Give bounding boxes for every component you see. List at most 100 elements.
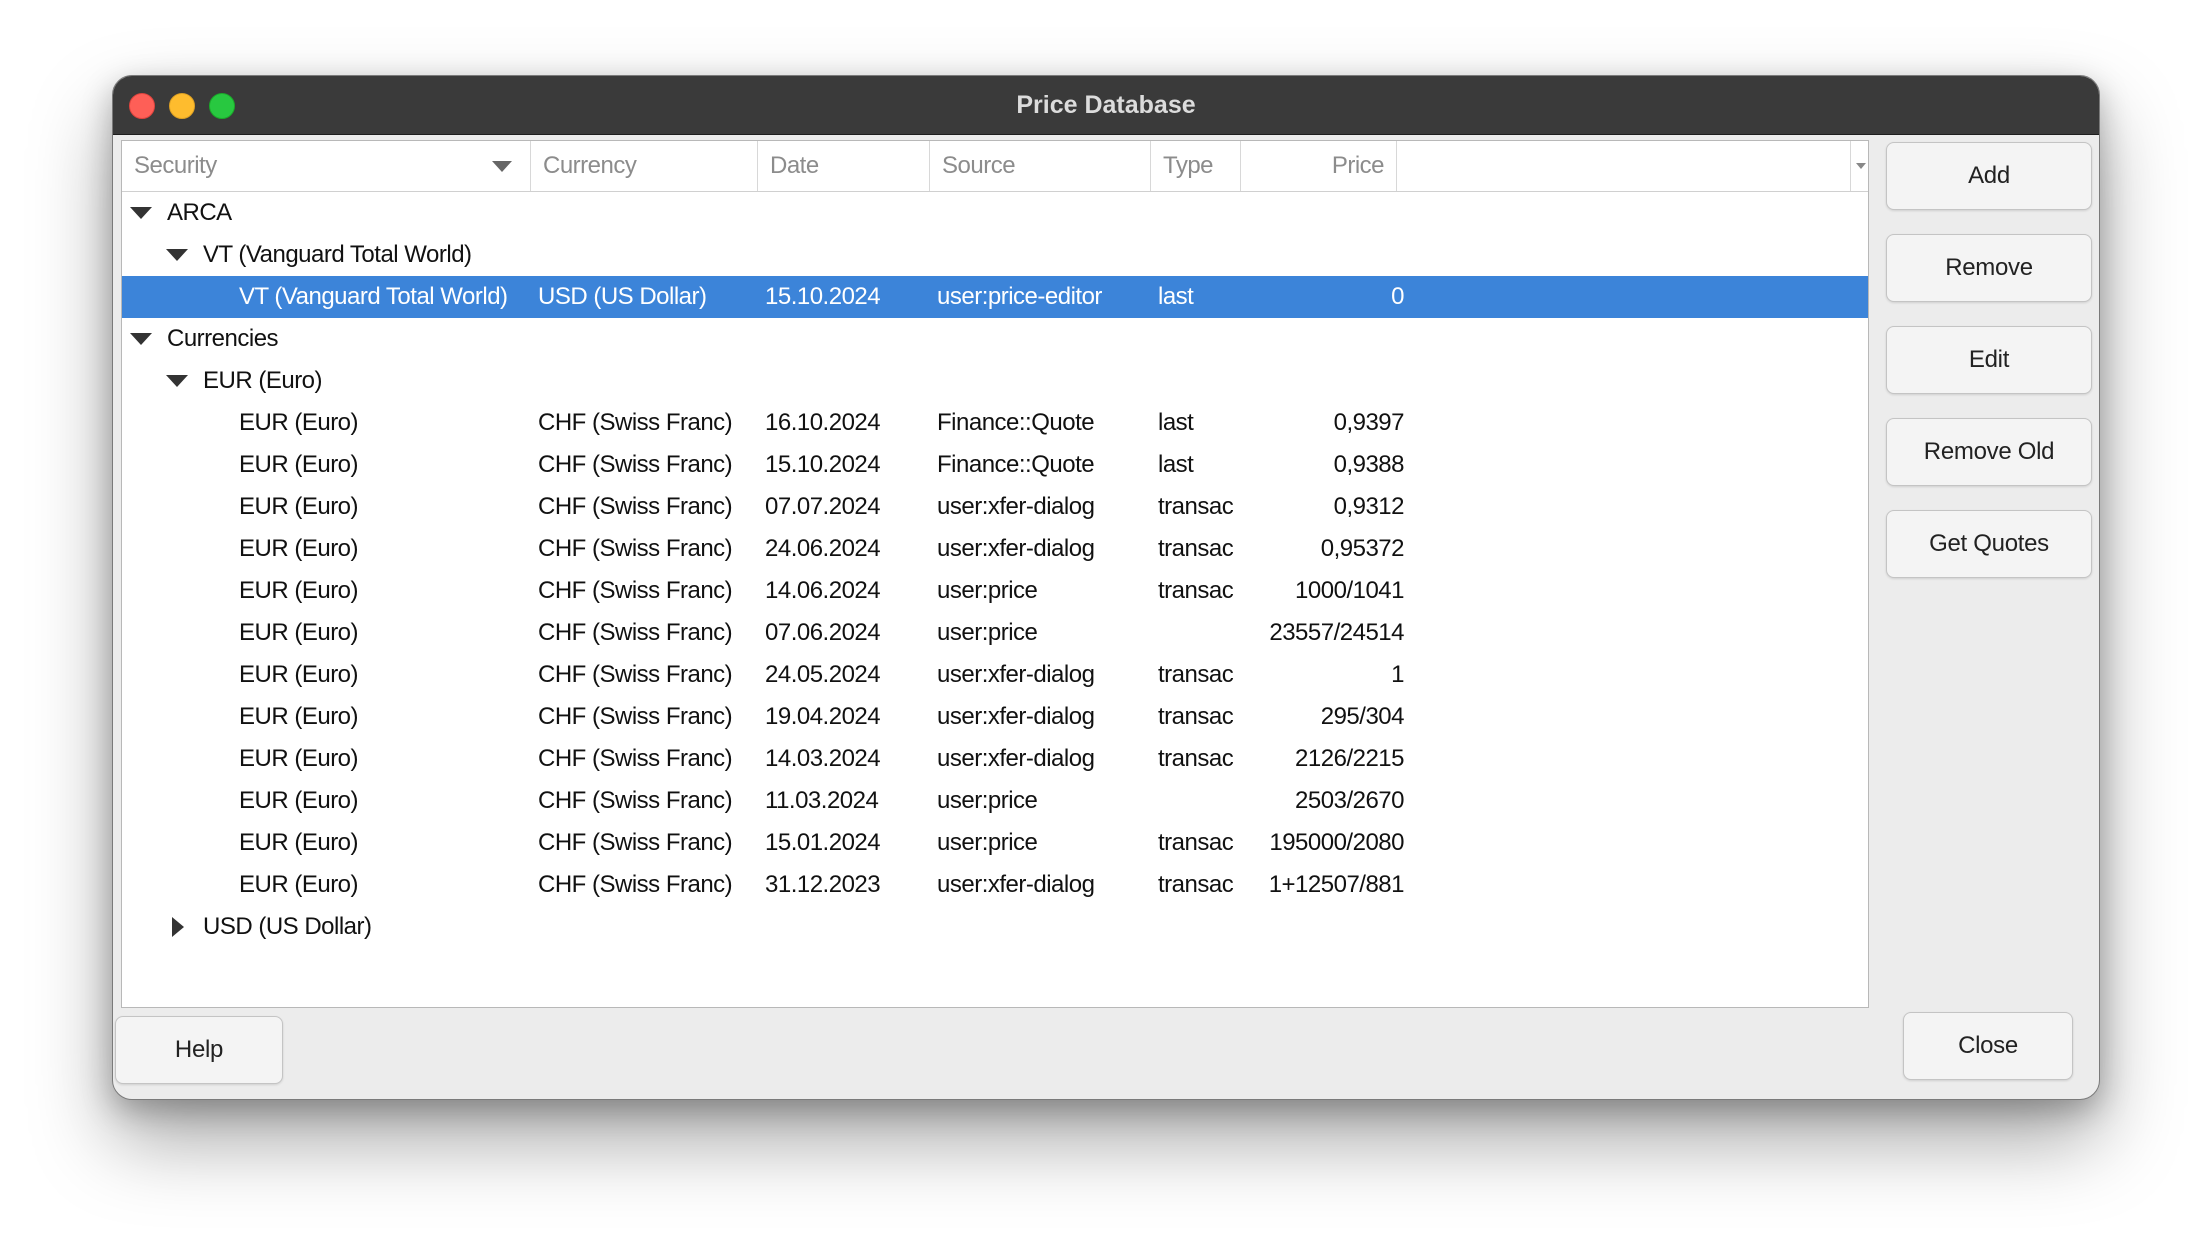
cell-source: user:price: [937, 787, 1038, 814]
cell-currency: CHF (Swiss Franc): [538, 493, 733, 520]
cell-date: 16.10.2024: [765, 409, 881, 436]
table-row[interactable]: EUR (Euro) CHF (Swiss Franc) 24.05.2024 use…: [122, 654, 1868, 696]
cell-date: 14.06.2024: [765, 577, 881, 604]
cell-type: transac: [1158, 829, 1234, 856]
remove-old-button[interactable]: Remove Old: [1886, 418, 2092, 486]
cell-type: transac: [1158, 493, 1234, 520]
cell-security: EUR (Euro): [239, 661, 359, 688]
add-button[interactable]: Add: [1886, 142, 2092, 210]
table-row[interactable]: EUR (Euro) CHF (Swiss Franc) 07.06.2024 use…: [122, 612, 1868, 654]
table-row[interactable]: EUR (Euro) CHF (Swiss Franc) 07.07.2024 use…: [122, 486, 1868, 528]
column-chooser-icon[interactable]: [1856, 163, 1866, 169]
cell-price: 1: [1391, 661, 1404, 688]
tree-group-row[interactable]: VT (Vanguard Total World): [122, 234, 1868, 276]
disclosure-expanded-icon[interactable]: [166, 375, 188, 387]
table-row[interactable]: EUR (Euro) CHF (Swiss Franc) 24.06.2024 use…: [122, 528, 1868, 570]
cell-price: 0: [1391, 283, 1404, 310]
table-row[interactable]: EUR (Euro) CHF (Swiss Franc) 31.12.2023 use…: [122, 864, 1868, 906]
title-bar[interactable]: Price Database: [113, 76, 2099, 135]
cell-security: EUR (Euro): [239, 619, 359, 646]
cell-currency: CHF (Swiss Franc): [538, 577, 733, 604]
cell-source: Finance::Quote: [937, 409, 1095, 436]
cell-source: user:xfer-dialog: [937, 535, 1095, 562]
price-database-window: Price Database Security Currency Date So…: [112, 75, 2100, 1100]
sort-descending-icon[interactable]: [492, 161, 512, 172]
cell-currency: CHF (Swiss Franc): [538, 409, 733, 436]
cell-security: VT (Vanguard Total World): [203, 241, 472, 268]
cell-type: transac: [1158, 535, 1234, 562]
cell-price: 0,9397: [1333, 409, 1404, 436]
column-header-filler: [1397, 141, 1851, 191]
cell-type: last: [1158, 409, 1194, 436]
disclosure-expanded-icon[interactable]: [166, 249, 188, 261]
column-header-security[interactable]: Security: [122, 141, 531, 191]
cell-date: 24.06.2024: [765, 535, 881, 562]
cell-date: 19.04.2024: [765, 703, 881, 730]
tree-group-row[interactable]: Currencies: [122, 318, 1868, 360]
cell-security: USD (US Dollar): [203, 913, 372, 940]
cell-type: transac: [1158, 661, 1234, 688]
price-tree-view[interactable]: Security Currency Date Source Type Price…: [121, 140, 1869, 1008]
table-row[interactable]: EUR (Euro) CHF (Swiss Franc) 15.10.2024 Fin…: [122, 444, 1868, 486]
cell-date: 15.10.2024: [765, 451, 881, 478]
cell-source: user:xfer-dialog: [937, 493, 1095, 520]
tree-group-row[interactable]: USD (US Dollar): [122, 906, 1868, 948]
table-row[interactable]: EUR (Euro) CHF (Swiss Franc) 14.03.2024 use…: [122, 738, 1868, 780]
cell-source: user:xfer-dialog: [937, 703, 1095, 730]
disclosure-expanded-icon[interactable]: [130, 207, 152, 219]
get-quotes-button[interactable]: Get Quotes: [1886, 510, 2092, 578]
cell-currency: CHF (Swiss Franc): [538, 745, 733, 772]
cell-type: transac: [1158, 703, 1234, 730]
cell-date: 07.06.2024: [765, 619, 881, 646]
table-row[interactable]: EUR (Euro) CHF (Swiss Franc) 11.03.2024 use…: [122, 780, 1868, 822]
cell-source: user:xfer-dialog: [937, 871, 1095, 898]
cell-security: Currencies: [167, 325, 279, 352]
cell-source: user:xfer-dialog: [937, 661, 1095, 688]
remove-button[interactable]: Remove: [1886, 234, 2092, 302]
table-row[interactable]: EUR (Euro) CHF (Swiss Franc) 19.04.2024 use…: [122, 696, 1868, 738]
help-button[interactable]: Help: [115, 1016, 283, 1084]
cell-currency: CHF (Swiss Franc): [538, 535, 733, 562]
column-header-price[interactable]: Price: [1241, 141, 1397, 191]
cell-price: 295/304: [1320, 703, 1404, 730]
cell-price: 2503/2670: [1295, 787, 1404, 814]
table-row[interactable]: EUR (Euro) CHF (Swiss Franc) 14.06.2024 use…: [122, 570, 1868, 612]
cell-security: EUR (Euro): [239, 829, 359, 856]
cell-type: [1158, 612, 1244, 654]
cell-price: 0,9388: [1333, 451, 1404, 478]
cell-source: Finance::Quote: [937, 451, 1095, 478]
cell-date: 24.05.2024: [765, 661, 881, 688]
cell-price: 23557/24514: [1269, 619, 1404, 646]
column-header-security-label: Security: [134, 152, 217, 179]
cell-source: user:xfer-dialog: [937, 745, 1095, 772]
tree-group-row[interactable]: EUR (Euro): [122, 360, 1868, 402]
cell-currency: CHF (Swiss Franc): [538, 619, 733, 646]
column-header-source[interactable]: Source: [930, 141, 1151, 191]
cell-source: user:price: [937, 829, 1038, 856]
cell-currency: CHF (Swiss Franc): [538, 703, 733, 730]
column-header-type[interactable]: Type: [1151, 141, 1241, 191]
cell-currency: CHF (Swiss Franc): [538, 787, 733, 814]
edit-button[interactable]: Edit: [1886, 326, 2092, 394]
cell-source: user:price: [937, 577, 1038, 604]
disclosure-collapsed-icon[interactable]: [172, 917, 184, 937]
column-header-date[interactable]: Date: [758, 141, 930, 191]
column-header-currency[interactable]: Currency: [531, 141, 758, 191]
cell-security: EUR (Euro): [239, 409, 359, 436]
cell-price: 0,9312: [1333, 493, 1404, 520]
cell-date: 14.03.2024: [765, 745, 881, 772]
disclosure-expanded-icon[interactable]: [130, 333, 152, 345]
cell-currency: CHF (Swiss Franc): [538, 661, 733, 688]
cell-security: EUR (Euro): [239, 451, 359, 478]
close-button[interactable]: Close: [1903, 1012, 2073, 1080]
table-row[interactable]: EUR (Euro) CHF (Swiss Franc) 16.10.2024 Fin…: [122, 402, 1868, 444]
cell-security: EUR (Euro): [239, 745, 359, 772]
table-row[interactable]: VT (Vanguard Total World) USD (US Dollar)…: [122, 276, 1868, 318]
cell-type: [1158, 780, 1244, 822]
cell-currency: CHF (Swiss Franc): [538, 829, 733, 856]
cell-security: ARCA: [167, 199, 232, 226]
cell-type: transac: [1158, 871, 1234, 898]
table-row[interactable]: EUR (Euro) CHF (Swiss Franc) 15.01.2024 use…: [122, 822, 1868, 864]
cell-date: 07.07.2024: [765, 493, 881, 520]
tree-group-row[interactable]: ARCA: [122, 192, 1868, 234]
